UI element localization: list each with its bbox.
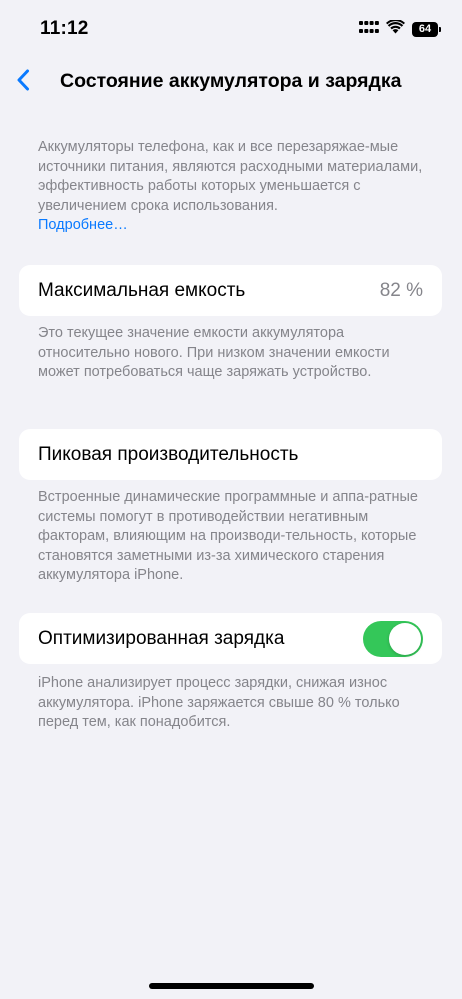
page-title: Состояние аккумулятора и зарядка — [60, 70, 402, 92]
home-indicator[interactable] — [149, 983, 314, 989]
status-bar: 11:12 64 — [0, 0, 462, 56]
optimized-charging-toggle[interactable] — [363, 620, 423, 657]
intro-text: Аккумуляторы телефона, как и все перезар… — [38, 139, 423, 214]
back-button[interactable] — [8, 66, 38, 98]
max-capacity-value: 82 % — [379, 279, 423, 301]
max-capacity-row: Максимальная емкость 82 % — [19, 265, 442, 316]
peak-performance-footer: Встроенные динамические программные и ап… — [38, 489, 418, 583]
nav-bar: Состояние аккумулятора и зарядка — [0, 60, 462, 104]
status-icons: 64 — [359, 18, 441, 39]
battery-level: 64 — [418, 23, 432, 35]
peak-performance-row[interactable]: Пиковая производительность — [19, 429, 442, 480]
peak-performance-label: Пиковая производительность — [38, 443, 299, 465]
chevron-left-icon — [16, 69, 30, 96]
max-capacity-footer: Это текущее значение емкости аккумулятор… — [38, 325, 390, 380]
intro-section: Аккумуляторы телефона, как и все перезар… — [38, 138, 438, 236]
toggle-knob — [389, 622, 421, 655]
optimized-charging-footer: iPhone анализирует процесс зарядки, сниж… — [38, 675, 400, 730]
optimized-charging-row: Оптимизированная зарядка — [19, 613, 442, 664]
max-capacity-label: Максимальная емкость — [38, 279, 246, 301]
status-time: 11:12 — [40, 18, 89, 39]
signal-icon — [359, 20, 379, 39]
more-link[interactable]: Подробнее… — [38, 216, 438, 236]
wifi-icon — [386, 18, 405, 39]
optimized-charging-label: Оптимизированная зарядка — [38, 627, 285, 649]
battery-icon: 64 — [412, 22, 441, 37]
